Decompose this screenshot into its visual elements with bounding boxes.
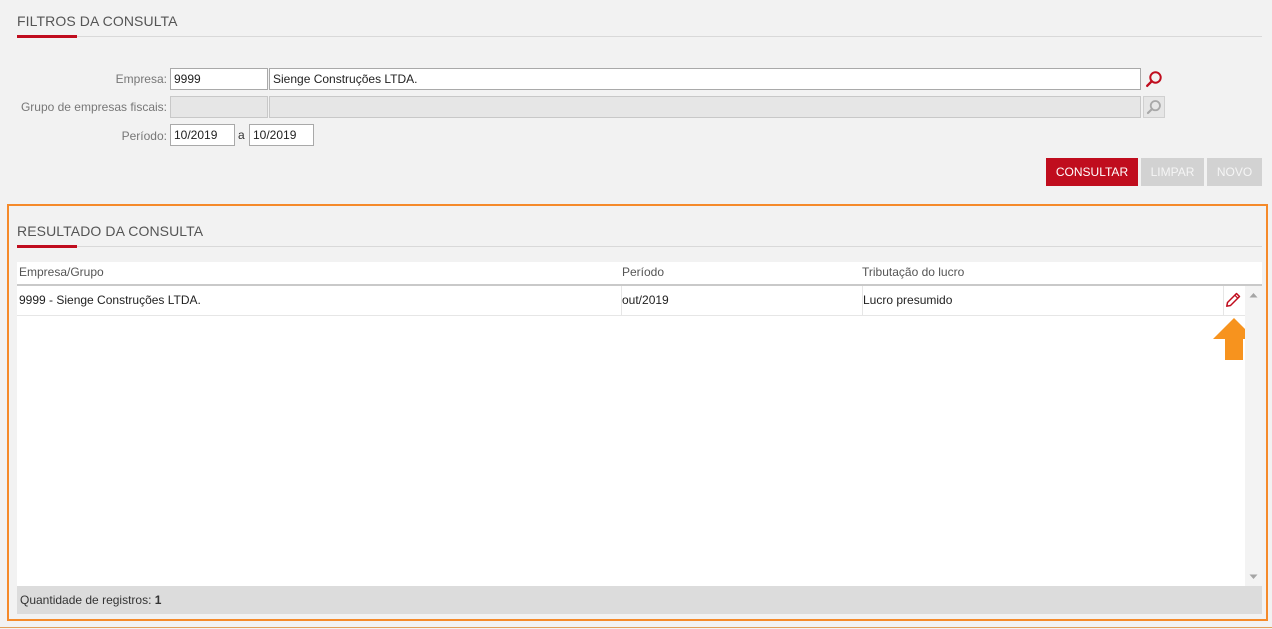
column-header-empresa[interactable]: Empresa/Grupo [19,265,104,279]
empresa-code-input[interactable] [170,68,268,90]
limpar-button[interactable]: LIMPAR [1141,158,1204,186]
grupo-label: Grupo de empresas fiscais: [20,100,167,114]
edit-button[interactable] [1224,291,1242,309]
grupo-search-button[interactable] [1143,96,1165,118]
record-count-value: 1 [154,593,162,607]
bottom-rule [0,627,1272,628]
grupo-code-input[interactable] [170,96,268,118]
cell-empresa: 9999 - Sienge Construções LTDA. [19,293,201,307]
search-icon [1146,71,1162,88]
cell-tributacao: Lucro presumido [863,293,953,307]
search-icon [1146,100,1161,115]
cell-periodo: out/2019 [622,293,669,307]
scroll-up-icon[interactable] [1249,292,1258,298]
column-header-periodo[interactable]: Período [622,265,664,279]
results-title-accent [17,245,77,248]
pencil-icon [1226,292,1241,307]
results-title: RESULTADO DA CONSULTA [17,223,204,239]
empresa-name-input[interactable] [269,68,1141,90]
filters-title-accent [17,35,77,38]
novo-button[interactable]: NOVO [1207,158,1262,186]
scroll-down-icon[interactable] [1249,574,1258,580]
periodo-from-input[interactable] [170,124,235,146]
column-divider [862,286,863,315]
filters-title: FILTROS DA CONSULTA [17,13,178,29]
grupo-name-input[interactable] [269,96,1141,118]
column-divider [621,286,622,315]
empresa-label: Empresa: [115,72,167,86]
results-scrollbar[interactable] [1245,286,1262,586]
table-row[interactable]: 9999 - Sienge Construções LTDA. out/2019… [17,286,1245,316]
column-header-tributacao[interactable]: Tributação do lucro [862,265,964,279]
periodo-to-input[interactable] [249,124,314,146]
empresa-search-button[interactable] [1143,68,1165,90]
periodo-label: Período: [121,129,167,143]
filters-title-divider [17,36,1262,37]
consultar-button[interactable]: CONSULTAR [1046,158,1138,186]
periodo-separator: a [238,128,245,142]
results-footer: Quantidade de registros: 1 [17,586,1262,614]
results-title-divider [17,246,1262,247]
record-count-label: Quantidade de registros: [20,593,152,607]
